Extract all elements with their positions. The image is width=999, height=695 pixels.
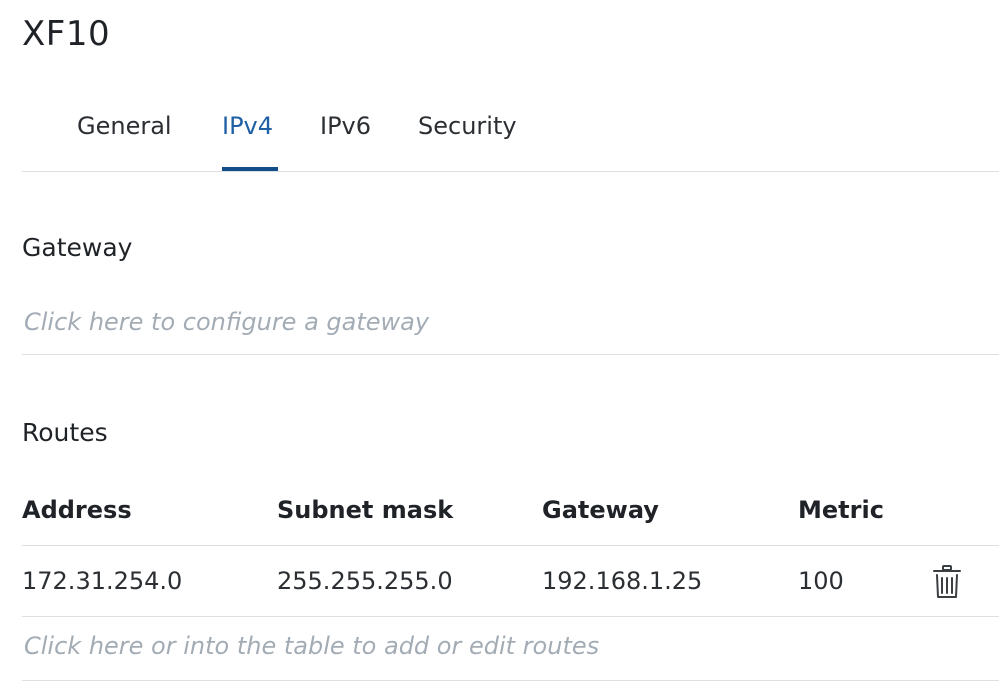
column-header-subnet-mask: Subnet mask [277, 496, 454, 524]
tab-ipv4[interactable]: IPv4 [222, 112, 273, 140]
column-header-address: Address [22, 496, 132, 524]
tab-security[interactable]: Security [418, 112, 517, 140]
trash-icon[interactable] [931, 564, 963, 600]
tab-ipv6[interactable]: IPv6 [320, 112, 371, 140]
tab-bar: General IPv4 IPv6 Security [0, 100, 999, 172]
configure-gateway-area[interactable]: Click here to configure a gateway [22, 308, 999, 355]
route-subnet-mask: 255.255.255.0 [277, 567, 453, 595]
route-metric: 100 [798, 567, 844, 595]
routes-heading: Routes [22, 418, 108, 447]
table-row[interactable]: 172.31.254.0 255.255.255.0 192.168.1.25 … [22, 546, 999, 617]
gateway-heading: Gateway [22, 233, 133, 262]
routes-table-header: Address Subnet mask Gateway Metric [22, 490, 999, 546]
route-address: 172.31.254.0 [22, 567, 183, 595]
route-gateway: 192.168.1.25 [542, 567, 703, 595]
add-edit-routes-hint[interactable]: Click here or into the table to add or e… [24, 632, 599, 660]
page-title: XF10 [22, 14, 111, 54]
column-header-gateway: Gateway [542, 496, 659, 524]
configure-gateway-hint[interactable]: Click here to configure a gateway [24, 308, 429, 336]
column-header-metric: Metric [798, 496, 884, 524]
tab-bar-divider [22, 171, 999, 172]
tab-general[interactable]: General [77, 112, 172, 140]
add-edit-routes-area[interactable]: Click here or into the table to add or e… [22, 628, 999, 681]
